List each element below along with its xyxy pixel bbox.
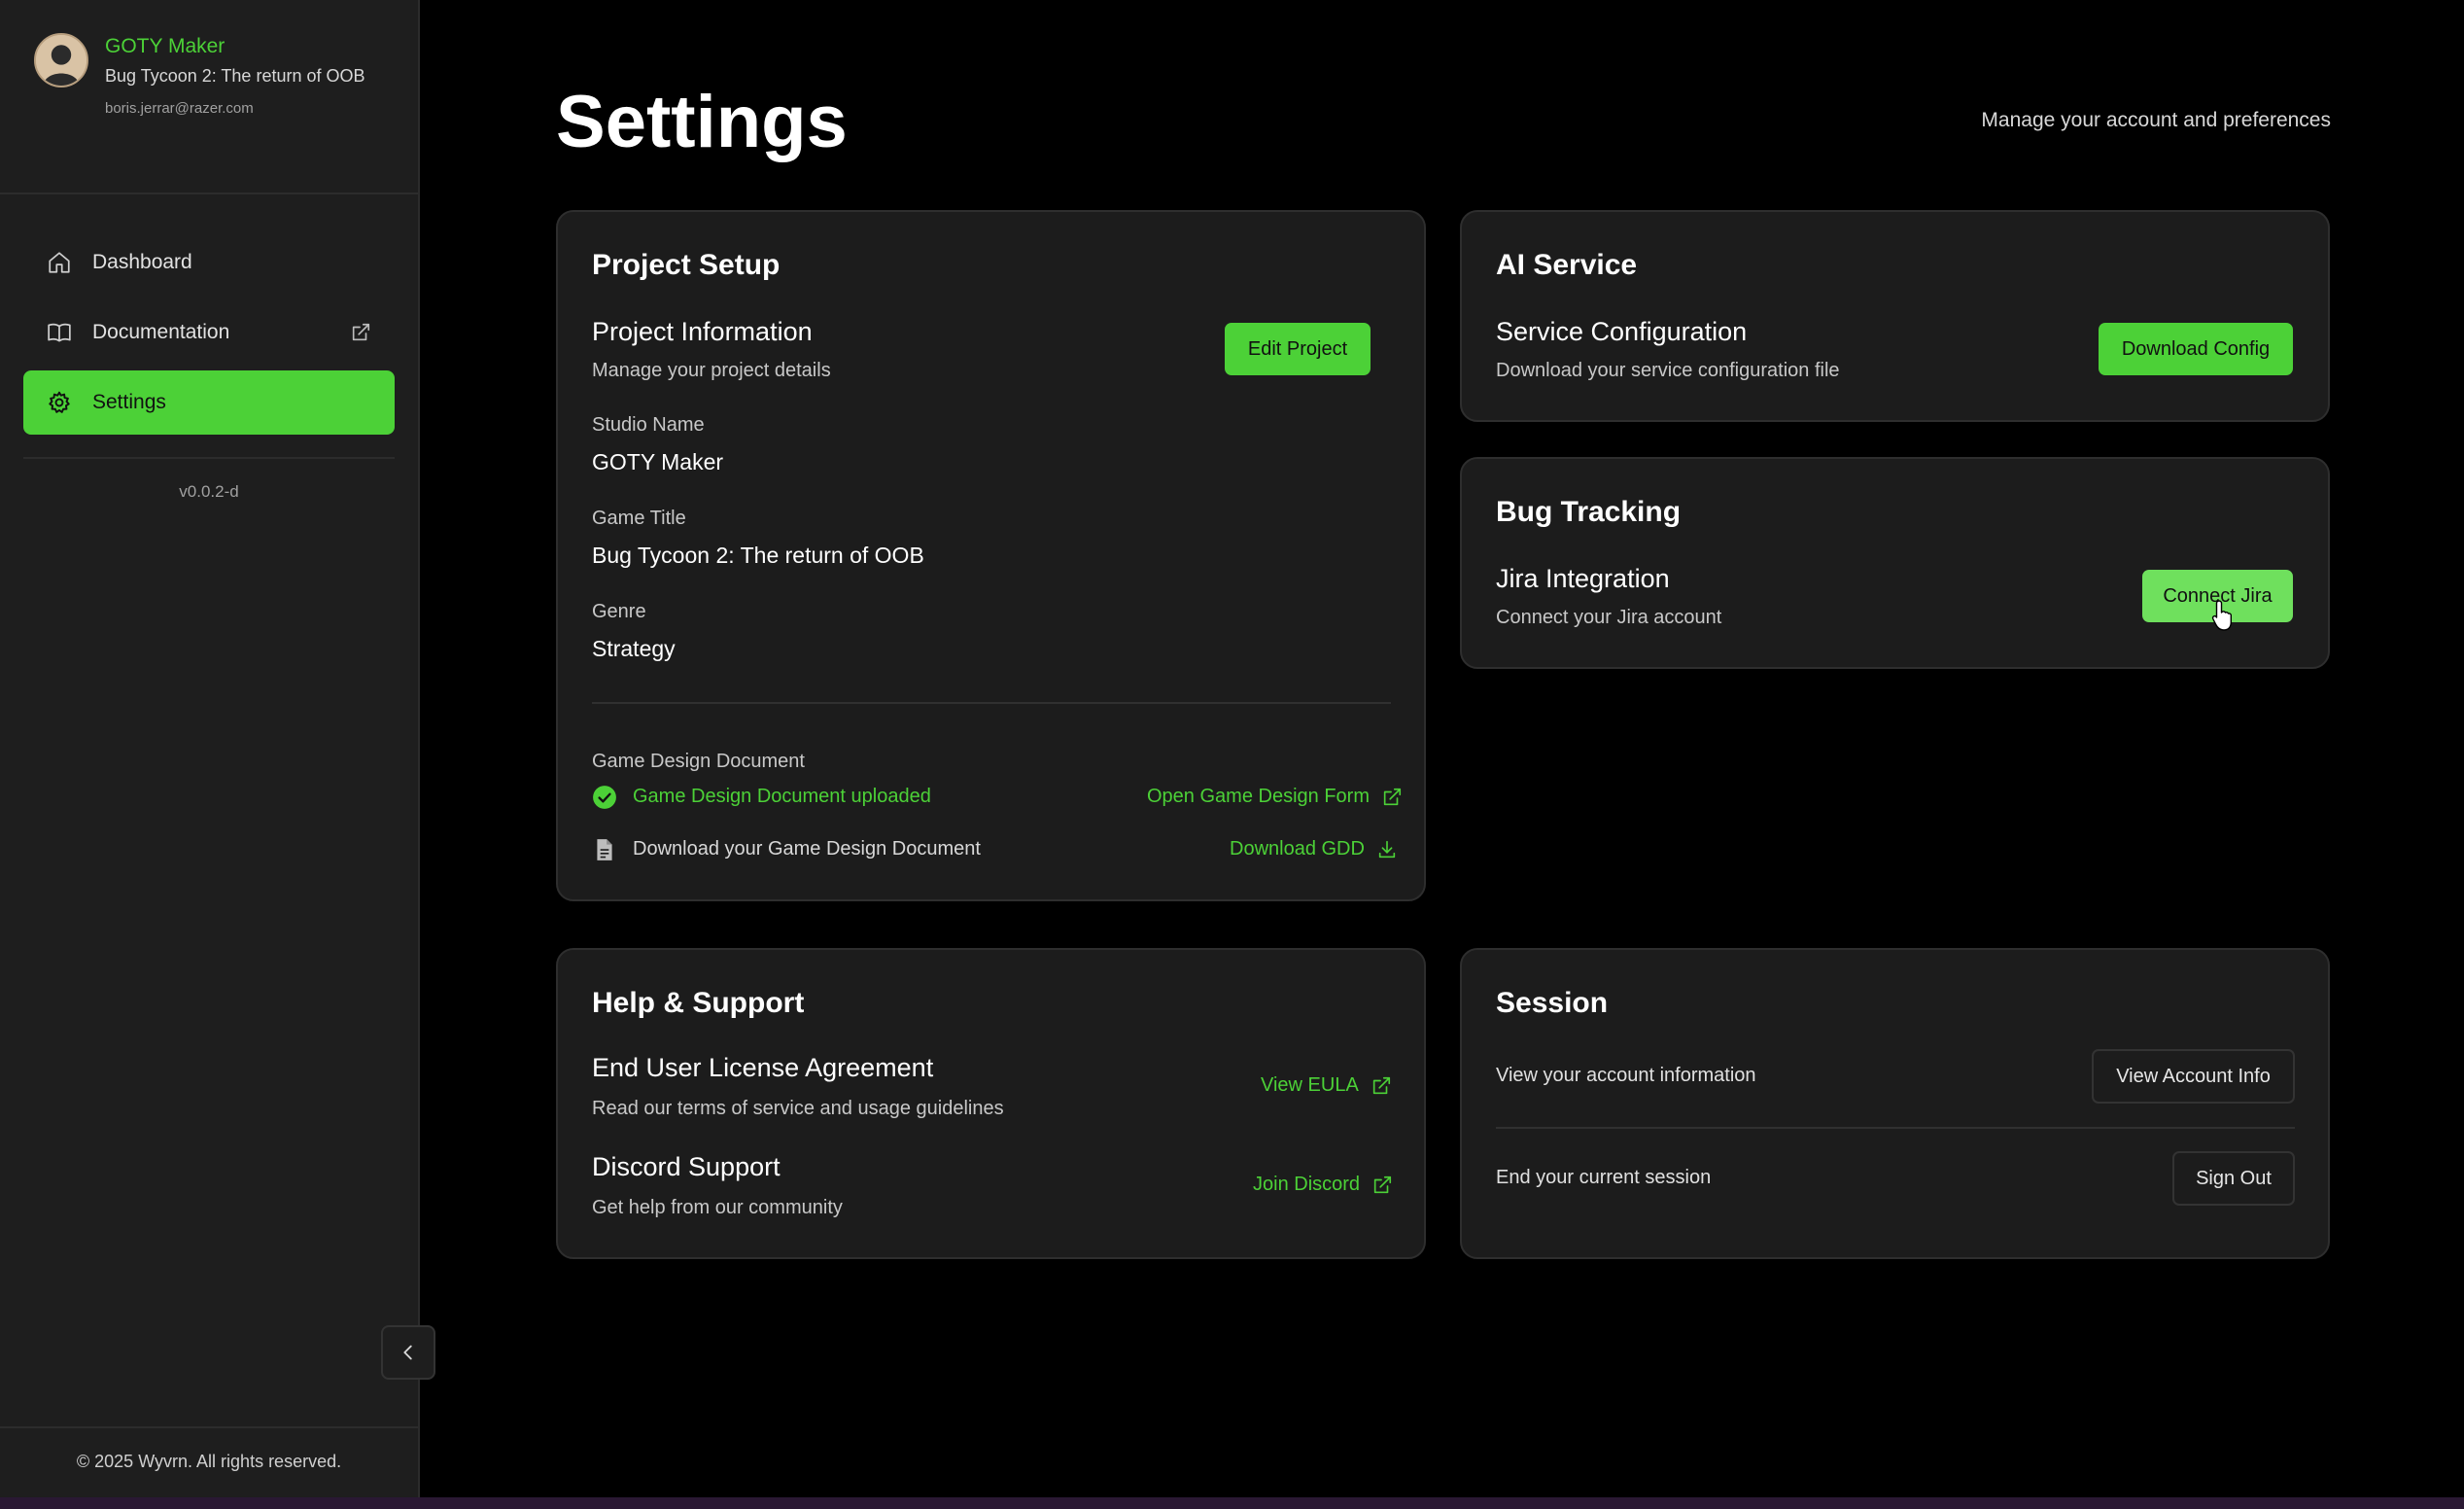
book-icon <box>47 320 72 345</box>
bug-tracking-card: Bug Tracking Jira Integration Connect yo… <box>1460 457 2330 669</box>
project-setup-card: Project Setup Project Information Manage… <box>556 210 1426 901</box>
gdd-label: Game Design Document <box>592 751 805 772</box>
nav-divider <box>23 457 395 459</box>
card-title: Session <box>1496 987 1609 1019</box>
view-account-info-button[interactable]: View Account Info <box>2092 1049 2295 1104</box>
sidebar-item-settings[interactable]: Settings <box>23 370 395 435</box>
service-config-desc: Download your service configuration file <box>1496 360 1840 381</box>
profile-section: GOTY Maker Bug Tycoon 2: The return of O… <box>0 0 418 194</box>
gdd-download-text: Download your Game Design Document <box>633 838 981 860</box>
download-gdd-link[interactable]: Download GDD <box>1230 838 1398 860</box>
sidebar-item-label: Settings <box>92 391 166 413</box>
gdd-status: Game Design Document uploaded <box>633 786 931 807</box>
sidebar-item-label: Dashboard <box>92 251 192 273</box>
ai-service-card: AI Service Service Configuration Downloa… <box>1460 210 2330 422</box>
card-title: AI Service <box>1496 249 1638 281</box>
avatar[interactable] <box>34 33 88 88</box>
link-label: Download GDD <box>1230 838 1365 860</box>
home-icon <box>47 250 72 275</box>
main-content: Settings Manage your account and prefere… <box>420 0 2464 1497</box>
session-divider <box>1496 1127 2295 1129</box>
user-avatar-icon <box>36 35 87 86</box>
external-link-icon <box>350 322 371 343</box>
edit-project-button[interactable]: Edit Project <box>1225 323 1371 375</box>
sidebar: GOTY Maker Bug Tycoon 2: The return of O… <box>0 0 420 1497</box>
view-eula-link[interactable]: View EULA <box>1261 1074 1392 1097</box>
studio-name-value: GOTY Maker <box>592 449 724 474</box>
game-title-label: Game Title <box>592 508 686 529</box>
sidebar-item-label: Documentation <box>92 321 230 343</box>
account-info-text: View your account information <box>1496 1065 1756 1086</box>
join-discord-link[interactable]: Join Discord <box>1253 1174 1393 1196</box>
file-icon <box>592 837 617 862</box>
discord-support-desc: Get help from our community <box>592 1197 843 1218</box>
session-card: Session View your account information Vi… <box>1460 948 2330 1259</box>
genre-value: Strategy <box>592 636 676 661</box>
gear-icon <box>47 390 72 415</box>
link-label: Open Game Design Form <box>1147 786 1370 807</box>
footer-divider <box>0 1426 418 1428</box>
project-info-desc: Manage your project details <box>592 360 831 381</box>
sidebar-item-documentation[interactable]: Documentation <box>23 300 395 365</box>
link-label: Join Discord <box>1253 1174 1361 1195</box>
profile-email: boris.jerrar@razer.com <box>105 100 254 117</box>
card-title: Help & Support <box>592 987 805 1019</box>
profile-studio-name: GOTY Maker <box>105 35 226 57</box>
discord-support-title: Discord Support <box>592 1152 781 1181</box>
eula-title: End User License Agreement <box>592 1053 934 1082</box>
help-support-card: Help & Support End User License Agreemen… <box>556 948 1426 1259</box>
eula-desc: Read our terms of service and usage guid… <box>592 1098 1004 1119</box>
app-version: v0.0.2-d <box>179 482 239 501</box>
service-config-title: Service Configuration <box>1496 317 1748 346</box>
external-link-icon <box>1372 1076 1390 1094</box>
external-link-icon <box>1373 1176 1392 1193</box>
section-divider <box>592 702 1391 704</box>
check-circle-icon <box>592 785 617 810</box>
chevron-left-icon <box>403 1345 412 1360</box>
jira-integration-desc: Connect your Jira account <box>1496 607 1722 628</box>
jira-integration-title: Jira Integration <box>1496 564 1670 593</box>
game-title-value: Bug Tycoon 2: The return of OOB <box>592 543 924 568</box>
card-title: Bug Tracking <box>1496 496 1682 528</box>
studio-name-label: Studio Name <box>592 414 705 436</box>
sidebar-item-dashboard[interactable]: Dashboard <box>23 230 395 295</box>
external-link-icon <box>1383 788 1402 805</box>
download-config-button[interactable]: Download Config <box>2099 323 2293 375</box>
page-subtitle: Manage your account and preferences <box>1981 109 2331 131</box>
sign-out-text: End your current session <box>1496 1167 1712 1188</box>
open-gdd-form-link[interactable]: Open Game Design Form <box>1147 786 1403 808</box>
copyright: © 2025 Wyvrn. All rights reserved. <box>76 1452 342 1471</box>
genre-label: Genre <box>592 601 646 622</box>
sign-out-button[interactable]: Sign Out <box>2172 1151 2295 1206</box>
link-label: View EULA <box>1261 1074 1359 1096</box>
collapse-sidebar-button[interactable] <box>381 1325 435 1380</box>
hand-cursor-icon <box>2211 599 2237 632</box>
page-title: Settings <box>556 81 848 163</box>
profile-game-title: Bug Tycoon 2: The return of OOB <box>105 66 365 86</box>
project-info-title: Project Information <box>592 317 813 346</box>
download-icon <box>1378 840 1396 858</box>
card-title: Project Setup <box>592 249 781 281</box>
